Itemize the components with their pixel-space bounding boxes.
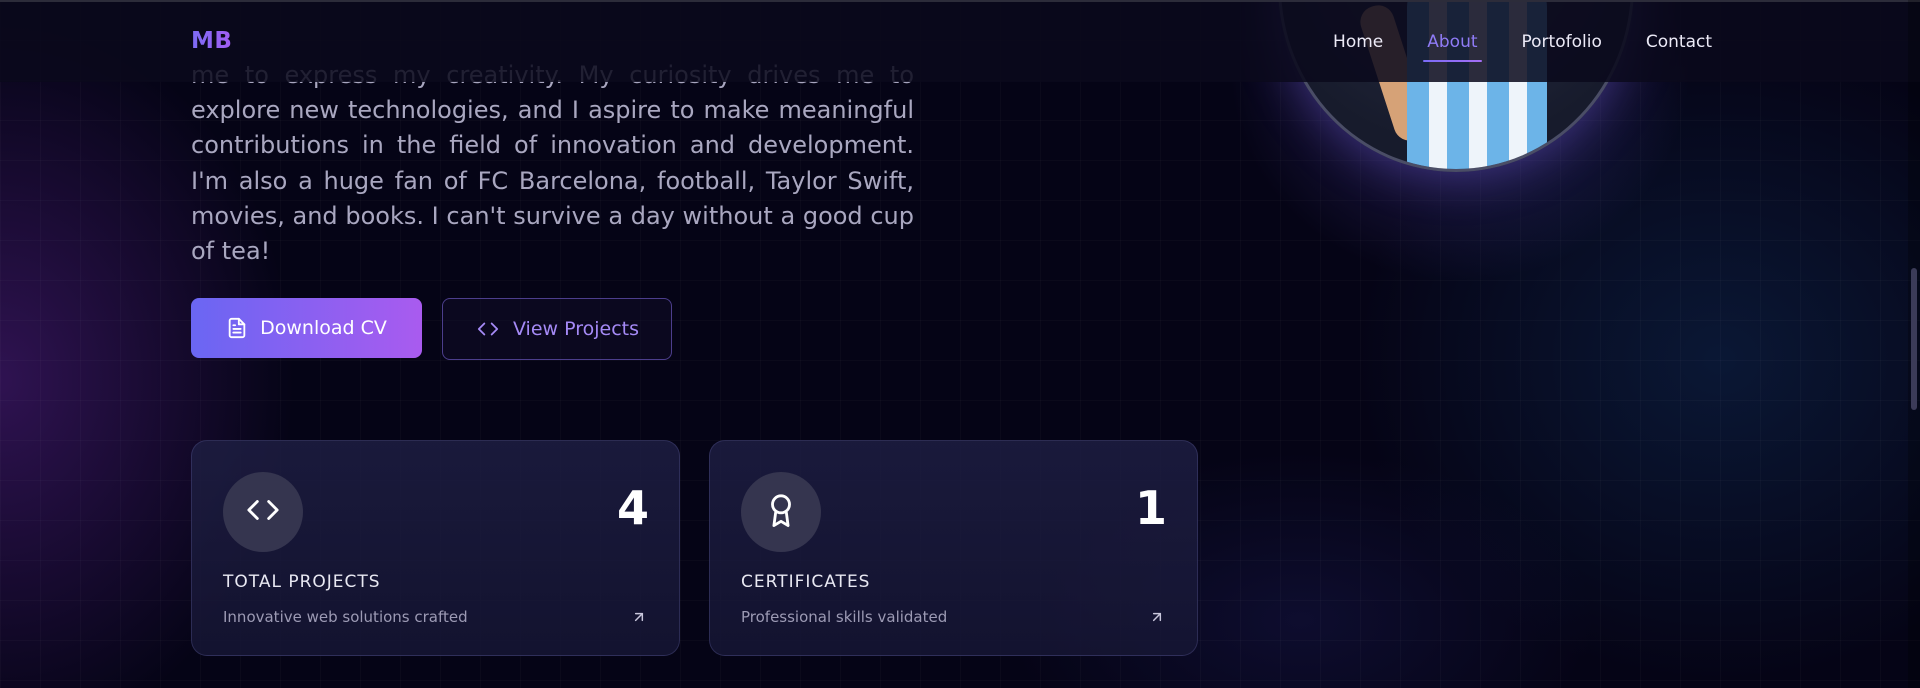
window-top-border <box>0 0 1920 2</box>
code-icon <box>243 493 283 531</box>
stat-value: 1 <box>1134 481 1167 535</box>
stat-label: CERTIFICATES <box>741 572 871 592</box>
stat-description: Innovative web solutions crafted <box>223 608 468 626</box>
view-projects-button[interactable]: View Projects <box>442 298 672 360</box>
download-cv-button[interactable]: Download CV <box>191 298 422 358</box>
scrollbar-thumb[interactable] <box>1911 268 1917 410</box>
download-cv-label: Download CV <box>260 317 387 339</box>
view-projects-label: View Projects <box>512 318 640 340</box>
site-logo[interactable]: MB <box>191 28 232 54</box>
nav-link-contact[interactable]: Contact <box>1646 32 1712 52</box>
code-icon <box>475 318 501 340</box>
stat-value: 4 <box>616 481 649 535</box>
scrollbar[interactable] <box>1908 0 1920 688</box>
stat-label: TOTAL PROJECTS <box>223 572 381 592</box>
navbar: MB Home About Portofolio Contact <box>0 2 1920 82</box>
stat-icon-circle <box>741 472 821 552</box>
award-icon <box>764 490 798 534</box>
nav-link-portofolio[interactable]: Portofolio <box>1522 32 1602 52</box>
file-text-icon <box>226 316 248 340</box>
about-bio: me to express my creativity. My curiosit… <box>191 61 914 266</box>
stat-description: Professional skills validated <box>741 608 948 626</box>
arrow-up-right-icon[interactable] <box>631 609 647 629</box>
arrow-up-right-icon[interactable] <box>1149 609 1165 629</box>
nav-link-about[interactable]: About <box>1423 32 1482 62</box>
stat-card-total-projects[interactable]: 4 TOTAL PROJECTS Innovative web solution… <box>191 440 680 656</box>
stat-icon-circle <box>223 472 303 552</box>
nav-link-home[interactable]: Home <box>1333 32 1383 52</box>
nav-links: Home About Portofolio Contact <box>1333 32 1712 62</box>
stat-card-certificates[interactable]: 1 CERTIFICATES Professional skills valid… <box>709 440 1198 656</box>
